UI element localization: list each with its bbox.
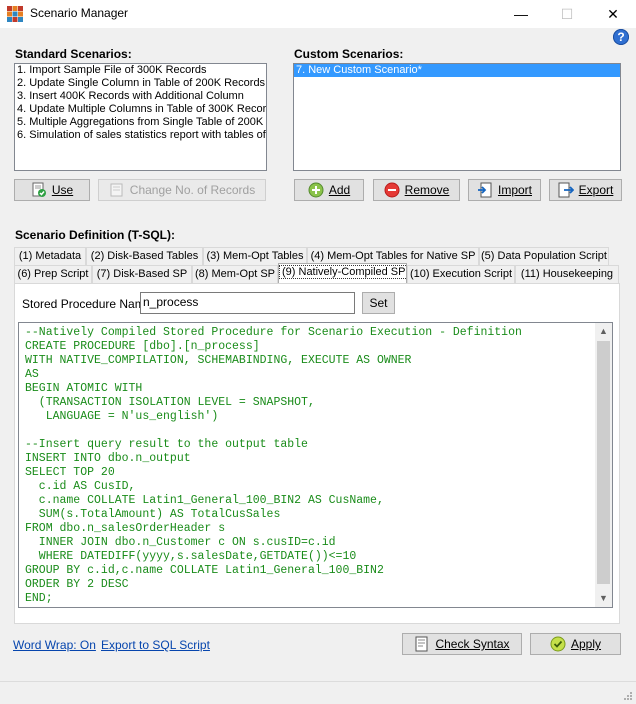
scroll-thumb[interactable] (597, 341, 610, 584)
apply-icon (550, 636, 566, 652)
tab-natively-compiled-sp[interactable]: (9) Natively-Compiled SP (278, 263, 409, 283)
resize-grip-icon[interactable] (623, 691, 633, 701)
check-syntax-button[interactable]: Check Syntax (402, 633, 522, 655)
title-bar: Scenario Manager — ☐ ✕ (0, 0, 636, 28)
remove-icon (384, 182, 400, 198)
remove-label: Remove (404, 183, 450, 197)
close-button[interactable]: ✕ (590, 0, 636, 28)
list-item[interactable]: 5. Multiple Aggregations from Single Tab… (15, 116, 266, 129)
help-icon[interactable]: ? (613, 29, 629, 45)
code-editor[interactable]: --Natively Compiled Stored Procedure for… (18, 322, 613, 608)
standard-scenarios-label: Standard Scenarios: (15, 47, 132, 61)
add-button[interactable]: Add (294, 179, 364, 201)
sp-name-label: Stored Procedure Name: (22, 297, 155, 311)
tab-prep-script[interactable]: (6) Prep Script (14, 265, 92, 283)
minimize-button[interactable]: — (498, 0, 544, 28)
tab-mem-opt-sp[interactable]: (8) Mem-Opt SP (192, 265, 278, 283)
add-icon (308, 182, 324, 198)
set-button[interactable]: Set (362, 292, 395, 314)
status-bar (0, 681, 636, 704)
change-records-button: Change No. of Records (98, 179, 266, 201)
import-icon (477, 182, 493, 198)
code-text: --Natively Compiled Stored Procedure for… (25, 326, 522, 605)
tab-row-2: (6) Prep Script (7) Disk-Based SP (8) Me… (14, 263, 620, 283)
change-records-label: Change No. of Records (129, 183, 256, 197)
list-item[interactable]: 6. Simulation of sales statistics report… (15, 129, 266, 142)
tab-disk-based-sp[interactable]: (7) Disk-Based SP (92, 265, 192, 283)
export-icon (558, 182, 574, 198)
scroll-up-icon[interactable]: ▲ (595, 323, 612, 340)
list-item[interactable]: 7. New Custom Scenario* (294, 64, 620, 77)
tab-natively-compiled-sp-label: (9) Natively-Compiled SP (279, 265, 409, 279)
vertical-scrollbar[interactable]: ▲ ▼ (595, 323, 612, 607)
apply-label: Apply (570, 637, 602, 651)
list-item[interactable]: 2. Update Single Column in Table of 200K… (15, 77, 266, 90)
change-records-icon (109, 182, 125, 198)
tab-disk-based-tables[interactable]: (2) Disk-Based Tables (86, 247, 203, 265)
export-button[interactable]: Export (549, 179, 622, 201)
import-button[interactable]: Import (468, 179, 541, 201)
custom-scenarios-list[interactable]: 7. New Custom Scenario* (293, 63, 621, 171)
custom-scenarios-label: Custom Scenarios: (294, 47, 404, 61)
word-wrap-link[interactable]: Word Wrap: On (13, 638, 96, 652)
sp-name-input[interactable]: n_process (140, 292, 355, 314)
list-item[interactable]: 3. Insert 400K Records with Additional C… (15, 90, 266, 103)
add-label: Add (328, 183, 351, 197)
maximize-button: ☐ (560, 6, 574, 22)
tab-execution-script[interactable]: (10) Execution Script (407, 265, 515, 283)
remove-button[interactable]: Remove (373, 179, 460, 201)
import-label: Import (497, 183, 532, 197)
check-syntax-label: Check Syntax (435, 637, 510, 651)
check-syntax-icon (414, 636, 430, 652)
apply-button[interactable]: Apply (530, 633, 621, 655)
export-sql-link[interactable]: Export to SQL Script (101, 638, 210, 652)
use-label: Use (51, 183, 74, 197)
app-grid-icon (7, 6, 23, 22)
list-item[interactable]: 4. Update Multiple Columns in Table of 3… (15, 103, 266, 116)
scroll-down-icon[interactable]: ▼ (595, 590, 612, 607)
tab-data-population[interactable]: (5) Data Population Script (479, 247, 609, 265)
use-button[interactable]: Use (14, 179, 90, 201)
scenario-definition-label: Scenario Definition (T-SQL): (15, 228, 176, 242)
list-item[interactable]: 1. Import Sample File of 300K Records (15, 64, 266, 77)
tab-housekeeping[interactable]: (11) Housekeeping (515, 265, 619, 283)
window-title: Scenario Manager (30, 6, 129, 20)
set-label: Set (369, 296, 388, 310)
standard-scenarios-list[interactable]: 1. Import Sample File of 300K Records 2.… (14, 63, 267, 171)
use-icon (31, 182, 47, 198)
export-label: Export (578, 183, 614, 197)
tab-metadata[interactable]: (1) Metadata (14, 247, 86, 265)
